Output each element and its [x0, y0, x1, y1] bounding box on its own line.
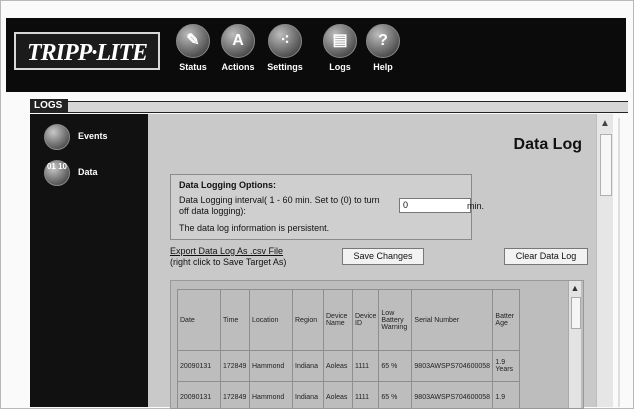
section-header: LOGS: [30, 99, 628, 113]
table-cell: 1.9 Years: [492, 350, 521, 382]
status-icon: ✎: [176, 24, 210, 58]
divider: [618, 118, 620, 407]
save-changes-button[interactable]: Save Changes: [342, 248, 424, 265]
table-cell: 172849: [220, 381, 250, 408]
column-header: Device Name: [323, 289, 353, 351]
table-cell: 20090131: [177, 350, 221, 382]
column-header: Device ID: [351, 289, 380, 351]
table-cell: 172849: [220, 350, 250, 382]
export-csv-link[interactable]: Export Data Log As .csv File: [170, 246, 283, 256]
table-cell: Indiana: [292, 381, 324, 408]
nav-actions-button[interactable]: A Actions: [211, 24, 265, 88]
column-header: Date: [177, 289, 221, 351]
table-cell: Hammond: [249, 350, 293, 382]
table-cell: Hammond: [249, 381, 293, 408]
table-cell: 1111: [351, 381, 380, 408]
help-icon: ?: [366, 24, 400, 58]
options-title: Data Logging Options:: [179, 180, 276, 190]
nav-help-button[interactable]: ? Help: [356, 24, 410, 88]
data-log-table-container: Date Time Location Region Device Name De…: [170, 280, 584, 409]
sidebar-item-label: Events: [78, 131, 108, 141]
page-scroll-thumb[interactable]: [600, 134, 612, 196]
page-scrollbar[interactable]: ▲: [596, 114, 613, 407]
table-cell: 1.9: [492, 381, 521, 408]
interval-unit: min.: [467, 201, 485, 211]
column-header: Batter Age: [492, 289, 521, 351]
logs-icon: ▤: [323, 24, 357, 58]
page-title: Data Log: [513, 136, 582, 153]
table-scrollbar[interactable]: ▲: [568, 281, 581, 408]
column-header: Time: [220, 289, 250, 351]
clear-data-log-button[interactable]: Clear Data Log: [504, 248, 588, 265]
column-header: Serial Number: [411, 289, 494, 351]
sidebar-item-data[interactable]: 01 10 Data: [44, 160, 144, 186]
table-scroll-thumb[interactable]: [571, 297, 581, 329]
section-title: LOGS: [30, 99, 69, 113]
sidebar-item-label: Data: [78, 167, 98, 177]
settings-icon: ⁖: [268, 24, 302, 58]
table-row: 20090131 172849 Hammond Indiana Aoleas 1…: [177, 381, 521, 408]
table-cell: Aoleas: [323, 381, 353, 408]
column-header: Low Battery Warning: [378, 289, 413, 351]
nav-settings-button[interactable]: ⁖ Settings: [258, 24, 312, 88]
main-content: Data Log Data Logging Options: Data Logg…: [148, 114, 596, 409]
table-cell: 65 %: [378, 350, 413, 382]
table-cell: Indiana: [292, 350, 324, 382]
table-cell: Aoleas: [323, 350, 353, 382]
sidebar: Events 01 10 Data: [30, 114, 148, 407]
table-row: 20090131 172849 Hammond Indiana Aoleas 1…: [177, 350, 521, 382]
nav-actions-label: Actions: [221, 62, 255, 72]
table-cell: 9803AWSPS704600058: [411, 381, 494, 408]
events-icon: [44, 124, 70, 150]
column-header: Location: [249, 289, 293, 351]
table-cell: 9803AWSPS704600058: [411, 350, 494, 382]
top-navigation-bar: TRIPP·LITE ✎ Status A Actions ⁖ Settings…: [6, 18, 626, 92]
data-icon: 01 10: [44, 160, 70, 186]
persistence-note: The data log information is persistent.: [179, 223, 330, 233]
nav-help-label: Help: [373, 62, 393, 72]
interval-description: Data Logging interval( 1 - 60 min. Set t…: [179, 195, 380, 216]
actions-icon: A: [221, 24, 255, 58]
sidebar-item-events[interactable]: Events: [44, 124, 144, 150]
logging-interval-input[interactable]: 0: [399, 198, 471, 213]
column-header: Region: [292, 289, 324, 351]
tripp-lite-logo: TRIPP·LITE: [14, 32, 160, 70]
table-header-row: Date Time Location Region Device Name De…: [177, 289, 521, 351]
table-cell: 20090131: [177, 381, 221, 408]
export-hint: (right click to Save Target As): [170, 257, 287, 267]
table-cell: 65 %: [378, 381, 413, 408]
nav-settings-label: Settings: [267, 62, 303, 72]
scroll-up-icon[interactable]: ▲: [569, 283, 581, 293]
scroll-up-icon[interactable]: ▲: [599, 118, 611, 130]
data-log-table: Date Time Location Region Device Name De…: [177, 289, 521, 408]
data-logging-options: Data Logging Options: Data Logging inter…: [170, 174, 484, 240]
table-cell: 1111: [351, 350, 380, 382]
